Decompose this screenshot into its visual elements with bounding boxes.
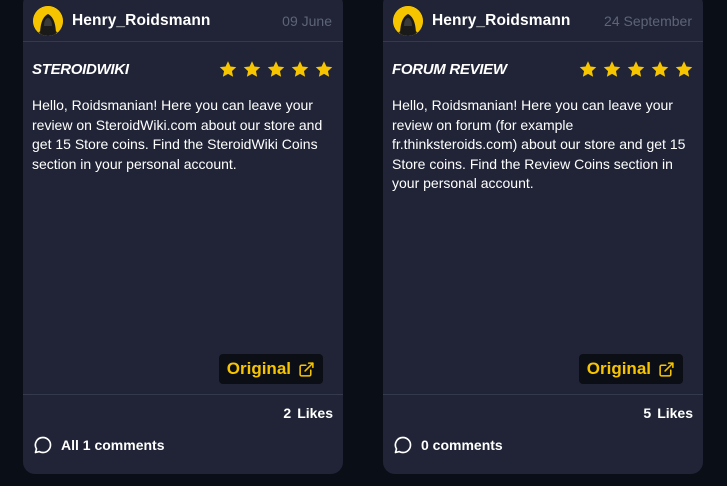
- author-name[interactable]: Henry_Roidsmann: [432, 12, 604, 30]
- chat-bubble-icon: [34, 436, 52, 454]
- comments-link[interactable]: All 1 comments: [33, 435, 164, 455]
- chat-bubble-icon: [394, 436, 412, 454]
- title-row: SteroidWiki: [23, 42, 343, 96]
- original-label: Original: [586, 359, 651, 378]
- likes-counter[interactable]: 5 Likes: [643, 405, 693, 421]
- review-text: Hello, Roidsmanian! Here you can leave y…: [392, 97, 686, 191]
- comments-label: All 1 comments: [61, 437, 165, 453]
- star-rating: [578, 60, 694, 79]
- review-date: 24 September: [604, 12, 692, 29]
- footer-divider: [383, 394, 703, 395]
- star-icon: [219, 60, 237, 77]
- card-header: Henry_Roidsmann 09 June: [23, 0, 343, 42]
- card-header: Henry_Roidsmann 24 September: [383, 0, 703, 42]
- review-card: Henry_Roidsmann 24 September Forum revie…: [383, 0, 703, 474]
- external-link-icon: [299, 361, 314, 377]
- star-icon: [579, 60, 597, 77]
- likes-count: 5: [643, 405, 652, 421]
- original-label: Original: [226, 359, 291, 378]
- likes-label: Likes: [297, 405, 333, 421]
- footer-divider: [23, 394, 343, 395]
- original-row: Original: [578, 354, 683, 384]
- star-icon: [291, 60, 309, 77]
- star-icon: [267, 60, 285, 77]
- likes-label: Likes: [657, 405, 693, 421]
- original-link-button[interactable]: Original: [578, 354, 683, 384]
- review-card: Henry_Roidsmann 09 June SteroidWiki Hell…: [23, 0, 343, 474]
- star-icon: [651, 60, 669, 77]
- original-link-button[interactable]: Original: [218, 354, 323, 384]
- title-row: Forum review: [383, 42, 703, 96]
- comments-link[interactable]: 0 comments: [393, 435, 503, 455]
- review-date: 09 June: [282, 12, 332, 29]
- avatar[interactable]: [393, 5, 423, 36]
- comments-label: 0 comments: [421, 437, 503, 453]
- reviews-stage: Henry_Roidsmann 09 June SteroidWiki Hell…: [0, 0, 727, 486]
- external-link-icon: [659, 361, 674, 377]
- star-icon: [243, 60, 261, 77]
- review-title: Forum review: [392, 60, 507, 78]
- star-icon: [675, 60, 693, 77]
- likes-count: 2: [283, 405, 292, 421]
- review-title: SteroidWiki: [32, 60, 129, 78]
- star-icon: [603, 60, 621, 77]
- avatar[interactable]: [33, 5, 63, 36]
- star-icon: [627, 60, 645, 77]
- author-name[interactable]: Henry_Roidsmann: [72, 12, 282, 30]
- star-rating: [218, 60, 334, 79]
- original-row: Original: [218, 354, 323, 384]
- star-icon: [315, 60, 333, 77]
- likes-counter[interactable]: 2 Likes: [283, 405, 333, 421]
- review-text: Hello, Roidsmanian! Here you can leave y…: [32, 97, 323, 172]
